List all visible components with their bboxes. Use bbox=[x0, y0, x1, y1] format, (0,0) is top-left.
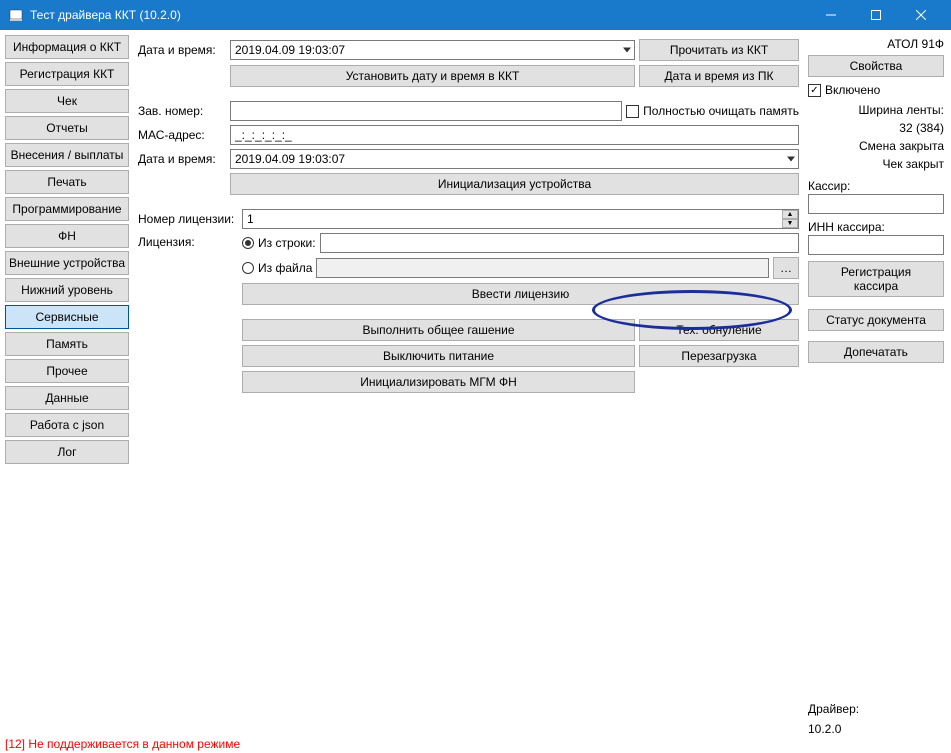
spin-down-button[interactable]: ▼ bbox=[782, 219, 798, 228]
serial-input[interactable] bbox=[230, 101, 622, 121]
reboot-button[interactable]: Перезагрузка bbox=[639, 345, 799, 367]
window-title: Тест драйвера ККТ (10.2.0) bbox=[30, 8, 181, 22]
datetime-pc-button[interactable]: Дата и время из ПК bbox=[639, 65, 799, 87]
label-licnum: Номер лицензии: bbox=[138, 212, 238, 226]
radio-from-file[interactable]: Из файла bbox=[242, 261, 312, 275]
center-panel: Дата и время: Прочитать из ККТ Установит… bbox=[132, 35, 803, 736]
reprint-button[interactable]: Допечатать bbox=[808, 341, 944, 363]
label-mac: МАС-адрес: bbox=[138, 128, 226, 142]
browse-button[interactable]: … bbox=[773, 257, 799, 279]
cashier-input[interactable] bbox=[808, 194, 944, 214]
nav-чек[interactable]: Чек bbox=[5, 89, 129, 113]
cashier-label: Кассир: bbox=[808, 179, 944, 193]
nav-прочее[interactable]: Прочее bbox=[5, 359, 129, 383]
minimize-icon bbox=[826, 10, 836, 20]
maximize-icon bbox=[871, 10, 881, 20]
radio-off-icon bbox=[242, 262, 254, 274]
left-nav: Информация о ККТ Регистрация ККТ Чек Отчеты… bbox=[5, 35, 129, 736]
width-value: 32 (384) bbox=[808, 121, 944, 135]
minimize-button[interactable] bbox=[808, 0, 853, 30]
nav-внесения-выплаты[interactable]: Внесения / выплаты bbox=[5, 143, 129, 167]
tech-reset-button[interactable]: Тех. обнуление bbox=[639, 319, 799, 341]
doc-status-button[interactable]: Статус документа bbox=[808, 309, 944, 331]
general-erase-button[interactable]: Выполнить общее гашение bbox=[242, 319, 635, 341]
status-bar: [12] Не поддерживается в данном режиме bbox=[5, 737, 946, 753]
datetime1-combo[interactable] bbox=[230, 40, 635, 60]
nav-данные[interactable]: Данные bbox=[5, 386, 129, 410]
checkbox-icon bbox=[626, 105, 639, 118]
power-off-button[interactable]: Выключить питание bbox=[242, 345, 635, 367]
radio-on-icon bbox=[242, 237, 254, 249]
set-datetime-button[interactable]: Установить дату и время в ККТ bbox=[230, 65, 635, 87]
datetime2-input[interactable] bbox=[230, 149, 799, 169]
label-datetime1: Дата и время: bbox=[138, 43, 226, 57]
nav-отчеты[interactable]: Отчеты bbox=[5, 116, 129, 140]
nav-информация-о-ккт[interactable]: Информация о ККТ bbox=[5, 35, 129, 59]
label-license: Лицензия: bbox=[138, 233, 238, 249]
receipt-status: Чек закрыт bbox=[808, 157, 944, 171]
nav-регистрация-ккт[interactable]: Регистрация ККТ bbox=[5, 62, 129, 86]
enter-license-button[interactable]: Ввести лицензию bbox=[242, 283, 799, 305]
label-datetime2: Дата и время: bbox=[138, 152, 226, 166]
datetime1-input[interactable] bbox=[230, 40, 635, 60]
license-string-input[interactable] bbox=[320, 233, 799, 253]
license-file-input[interactable] bbox=[316, 258, 769, 278]
right-panel: АТОЛ 91Ф Свойства ✓ Включено Ширина лент… bbox=[806, 35, 946, 736]
nav-печать[interactable]: Печать bbox=[5, 170, 129, 194]
clear-memory-checkbox[interactable]: Полностью очищать память bbox=[626, 104, 799, 118]
nav-программирование[interactable]: Программирование bbox=[5, 197, 129, 221]
register-cashier-button[interactable]: Регистрация кассира bbox=[808, 261, 944, 297]
inn-label: ИНН кассира: bbox=[808, 220, 944, 234]
licnum-spinner[interactable]: ▲ ▼ bbox=[242, 209, 799, 229]
maximize-button[interactable] bbox=[853, 0, 898, 30]
radio-from-string[interactable]: Из строки: bbox=[242, 236, 316, 250]
driver-label: Драйвер: bbox=[808, 702, 944, 716]
checkbox-checked-icon: ✓ bbox=[808, 84, 821, 97]
properties-button[interactable]: Свойства bbox=[808, 55, 944, 77]
enabled-checkbox[interactable]: ✓ Включено bbox=[808, 83, 944, 97]
model-label: АТОЛ 91Ф bbox=[808, 37, 944, 51]
close-icon bbox=[916, 10, 926, 20]
nav-работа-с-json[interactable]: Работа с json bbox=[5, 413, 129, 437]
nav-нижний-уровень[interactable]: Нижний уровень bbox=[5, 278, 129, 302]
shift-status: Смена закрыта bbox=[808, 139, 944, 153]
nav-сервисные[interactable]: Сервисные bbox=[5, 305, 129, 329]
init-mgm-button[interactable]: Инициализировать МГМ ФН bbox=[242, 371, 635, 393]
mac-input[interactable] bbox=[230, 125, 799, 145]
width-label: Ширина ленты: bbox=[808, 103, 944, 117]
read-kkt-button[interactable]: Прочитать из ККТ bbox=[639, 39, 799, 61]
browse-icon: … bbox=[780, 261, 792, 275]
datetime2-combo[interactable] bbox=[230, 149, 799, 169]
licnum-input[interactable] bbox=[242, 209, 799, 229]
label-serial: Зав. номер: bbox=[138, 104, 226, 118]
nav-внешние-устройства[interactable]: Внешние устройства bbox=[5, 251, 129, 275]
inn-input[interactable] bbox=[808, 235, 944, 255]
driver-version: 10.2.0 bbox=[808, 722, 944, 736]
nav-лог[interactable]: Лог bbox=[5, 440, 129, 464]
app-icon bbox=[8, 7, 24, 23]
init-device-button[interactable]: Инициализация устройства bbox=[230, 173, 799, 195]
close-button[interactable] bbox=[898, 0, 943, 30]
nav-память[interactable]: Память bbox=[5, 332, 129, 356]
spin-up-button[interactable]: ▲ bbox=[782, 210, 798, 219]
nav-фн[interactable]: ФН bbox=[5, 224, 129, 248]
titlebar: Тест драйвера ККТ (10.2.0) bbox=[0, 0, 951, 30]
